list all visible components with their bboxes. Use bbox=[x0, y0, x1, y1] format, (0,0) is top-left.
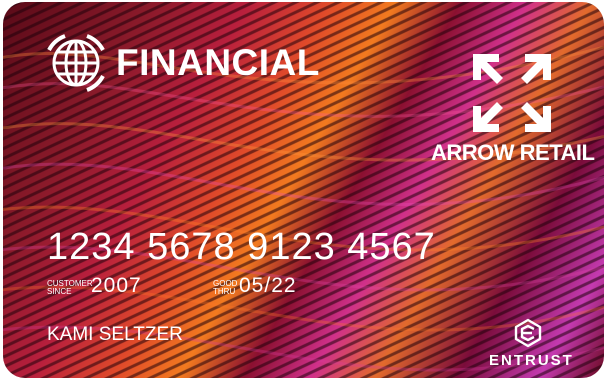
cardholder-name: KAMI SELTZER bbox=[47, 324, 183, 345]
customer-since-label-line2: SINCE bbox=[47, 287, 72, 296]
customer-since-label: CUSTOMER SINCE bbox=[47, 280, 93, 296]
customer-since-value: 2007 bbox=[91, 274, 142, 297]
entrust-cube-icon bbox=[514, 318, 542, 348]
good-thru-value: 05/22 bbox=[239, 274, 297, 297]
issuer-logo-text: ENTRUST bbox=[489, 352, 574, 369]
good-thru-label-line2: THRU bbox=[213, 287, 236, 296]
good-thru-label: GOOD THRU bbox=[213, 280, 237, 296]
card-number: 1234 5678 9123 4567 bbox=[47, 226, 436, 268]
payment-card: FINANCIAL ARROW RETAIL 1234 5678 9123 45… bbox=[3, 2, 604, 378]
expand-arrows-icon bbox=[473, 54, 551, 132]
retailer-name: ARROW RETAIL bbox=[431, 140, 595, 165]
brand-name: FINANCIAL bbox=[116, 42, 320, 83]
globe-icon bbox=[47, 34, 105, 92]
